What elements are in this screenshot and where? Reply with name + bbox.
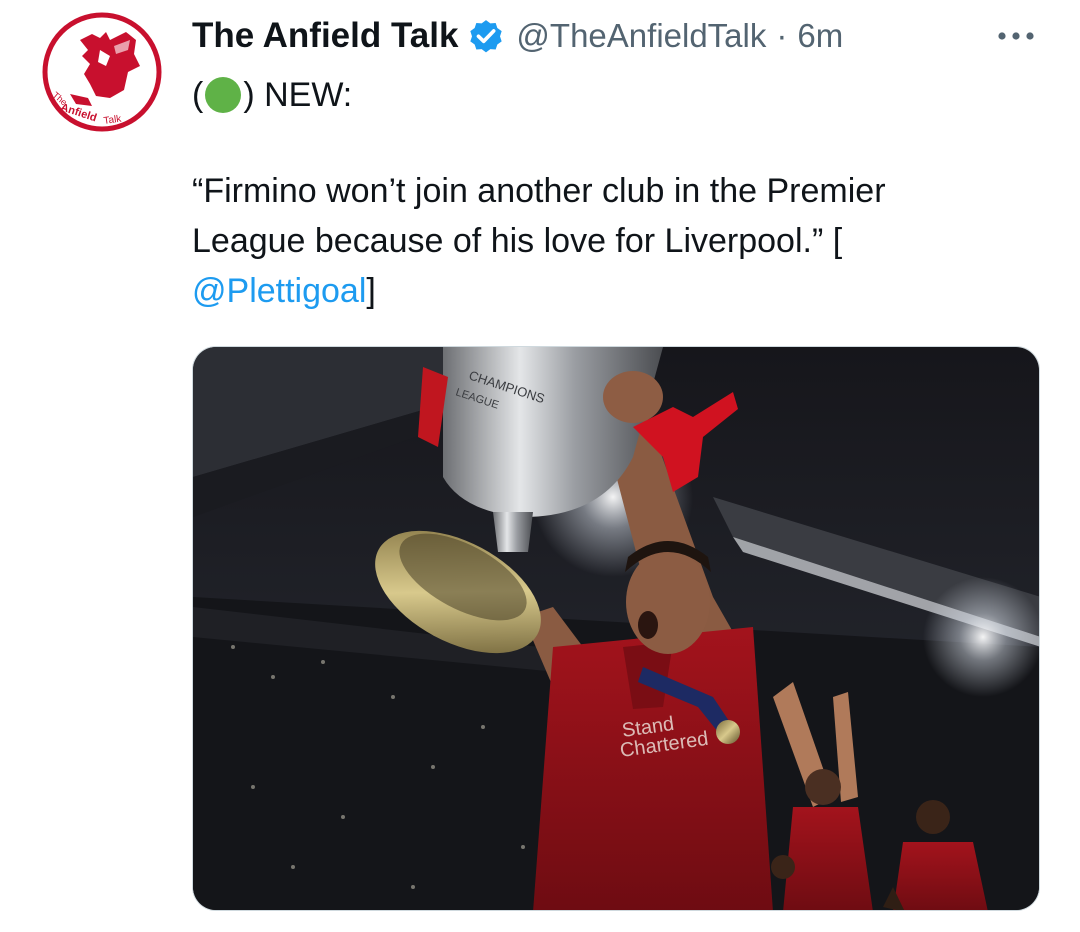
tweet-quote-line-2: League because of his love for Liverpool…	[192, 222, 843, 260]
anfield-talk-logo: The Anfield Talk	[42, 12, 162, 132]
user-handle[interactable]: @TheAnfieldTalk	[516, 17, 766, 55]
more-options-button[interactable]	[992, 18, 1040, 54]
display-name[interactable]: The Anfield Talk	[192, 16, 458, 56]
tweet-text-line-1: ( ) NEW:	[192, 76, 353, 114]
verified-badge-icon[interactable]	[466, 16, 506, 56]
tweet-media-image[interactable]: Stand Chartered CHAMPIONS LEAGUE	[192, 346, 1040, 911]
green-circle-icon	[205, 77, 242, 113]
tweet-timestamp[interactable]: 6m	[797, 17, 843, 55]
tweet-header: The Anfield Talk @TheAnfieldTalk · 6m	[192, 12, 843, 60]
trophy-celebration-photo: Stand Chartered CHAMPIONS LEAGUE	[193, 347, 1039, 910]
avatar[interactable]: The Anfield Talk	[40, 10, 164, 134]
tweet-quote-line-1: “Firmino won’t join another club in the …	[192, 172, 886, 210]
header-separator: ·	[776, 17, 788, 54]
tweet-quote-line-3: @Plettigoal]	[192, 272, 376, 310]
more-options-icon	[998, 32, 1034, 40]
mention-link[interactable]: @Plettigoal	[192, 272, 366, 310]
